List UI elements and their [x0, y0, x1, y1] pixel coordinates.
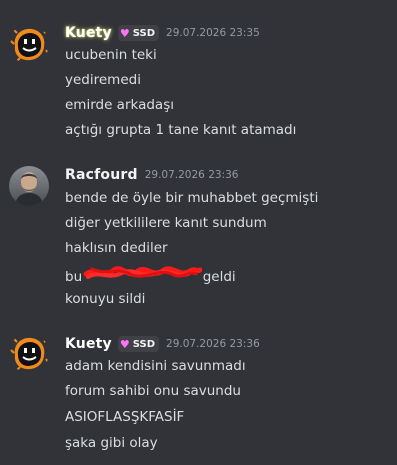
username[interactable]: Kuety [65, 336, 112, 352]
timestamp: 29.07.2026 23:36 [166, 338, 260, 350]
message-header: Kuety ♥ SSD 29.07.2026 23:36 [65, 334, 260, 354]
tag-label: SSD [132, 338, 156, 350]
heart-icon: ♥ [119, 337, 130, 351]
kuety-avatar[interactable] [9, 333, 49, 373]
message-group-3: Kuety ♥ SSD 29.07.2026 23:36 adam kendis… [0, 0, 397, 465]
server-tag[interactable]: ♥ SSD [117, 336, 160, 352]
message-line: ASIOFLASŞKFASİF [65, 409, 185, 425]
message-line: şaka gibi olay [65, 435, 158, 451]
message-line: forum sahibi onu savundu [65, 383, 241, 399]
message-line: adam kendisini savunmadı [65, 358, 246, 374]
